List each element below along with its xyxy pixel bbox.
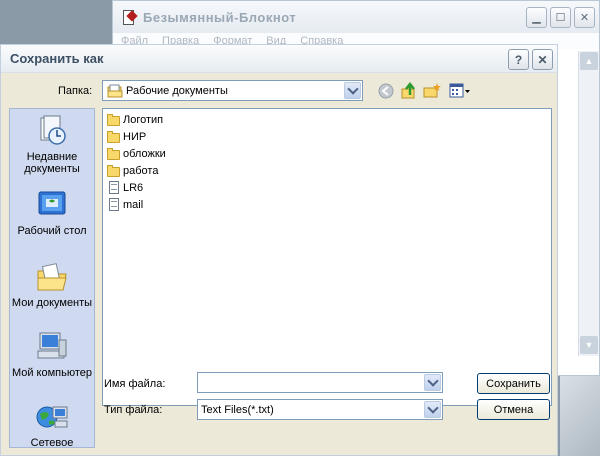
- file-name: mail: [123, 199, 144, 211]
- place-network[interactable]: Сетевое: [10, 401, 94, 449]
- scroll-up-icon[interactable]: ▲: [580, 52, 598, 70]
- save-as-dialog: Сохранить как ? ✕ Папка: Рабочие докумен…: [0, 44, 558, 456]
- place-label: Сетевое: [30, 437, 74, 449]
- save-button[interactable]: Сохранить: [477, 373, 550, 394]
- notepad-scrollbar[interactable]: ▲ ▼: [578, 51, 599, 356]
- folder-icon: [107, 164, 121, 178]
- dialog-close-button[interactable]: ✕: [532, 49, 553, 70]
- view-menu-icon[interactable]: [448, 82, 472, 100]
- notepad-app-icon: [121, 9, 137, 25]
- folder-label: Папка:: [58, 85, 93, 97]
- text-file-icon: [107, 181, 121, 195]
- places-bar: Недавние документы Рабочий стол Мои доку…: [9, 108, 95, 449]
- folder-open-icon: [107, 84, 123, 98]
- minimize-icon[interactable]: ▁: [526, 7, 547, 28]
- up-folder-icon[interactable]: [400, 82, 418, 100]
- text-file-icon: [107, 198, 121, 212]
- help-button[interactable]: ?: [508, 49, 529, 70]
- file-name: работа: [123, 165, 159, 177]
- notepad-title: Безымянный-Блокнот: [143, 9, 297, 25]
- recent-documents-icon: [35, 115, 69, 147]
- back-icon[interactable]: [377, 82, 395, 100]
- close-icon[interactable]: ✕: [574, 7, 595, 28]
- folder-select[interactable]: Рабочие документы: [102, 80, 363, 101]
- list-item[interactable]: Логотип: [107, 112, 163, 128]
- list-item[interactable]: НИР: [107, 129, 146, 145]
- list-item[interactable]: LR6: [107, 180, 143, 196]
- place-desktop[interactable]: Рабочий стол: [10, 189, 94, 237]
- list-item[interactable]: обложки: [107, 146, 166, 162]
- place-my-documents[interactable]: Мои документы: [10, 261, 94, 309]
- dialog-title-bar[interactable]: Сохранить как: [1, 45, 557, 73]
- place-label: Недавние документы: [24, 151, 80, 175]
- filetype-value: Text Files(*.txt): [201, 403, 274, 416]
- maximize-icon[interactable]: ☐: [550, 7, 571, 28]
- network-icon: [35, 401, 69, 433]
- place-recent-documents[interactable]: Недавние документы: [10, 115, 94, 175]
- file-list[interactable]: Логотип НИР обложки работа LR6 mail: [102, 108, 552, 406]
- place-label: Рабочий стол: [17, 225, 87, 237]
- filename-label: Имя файла:: [104, 378, 166, 390]
- file-name: обложки: [123, 148, 166, 160]
- folder-value: Рабочие документы: [126, 84, 228, 97]
- new-folder-icon[interactable]: [423, 82, 441, 100]
- place-my-computer[interactable]: Мой компьютер: [10, 331, 94, 379]
- chevron-down-icon[interactable]: [424, 374, 441, 391]
- chevron-down-icon[interactable]: [424, 401, 441, 418]
- list-item[interactable]: mail: [107, 197, 143, 213]
- file-name: LR6: [123, 182, 144, 194]
- place-label: Мои документы: [11, 297, 93, 309]
- cancel-button[interactable]: Отмена: [477, 399, 550, 420]
- dialog-title: Сохранить как: [10, 51, 104, 66]
- my-computer-icon: [35, 331, 69, 363]
- filetype-label: Тип файла:: [104, 404, 163, 416]
- file-name: Логотип: [123, 114, 164, 126]
- folder-icon: [107, 130, 121, 144]
- file-name: НИР: [123, 131, 147, 143]
- folder-icon: [107, 147, 121, 161]
- chevron-down-icon[interactable]: [344, 82, 361, 99]
- my-documents-icon: [35, 261, 69, 293]
- folder-icon: [107, 113, 121, 127]
- list-item[interactable]: работа: [107, 163, 158, 179]
- desktop-icon: [35, 189, 69, 221]
- scroll-down-icon[interactable]: ▼: [580, 336, 598, 354]
- filename-input[interactable]: [197, 372, 443, 393]
- filetype-select[interactable]: Text Files(*.txt): [197, 399, 443, 420]
- place-label: Мой компьютер: [11, 367, 93, 379]
